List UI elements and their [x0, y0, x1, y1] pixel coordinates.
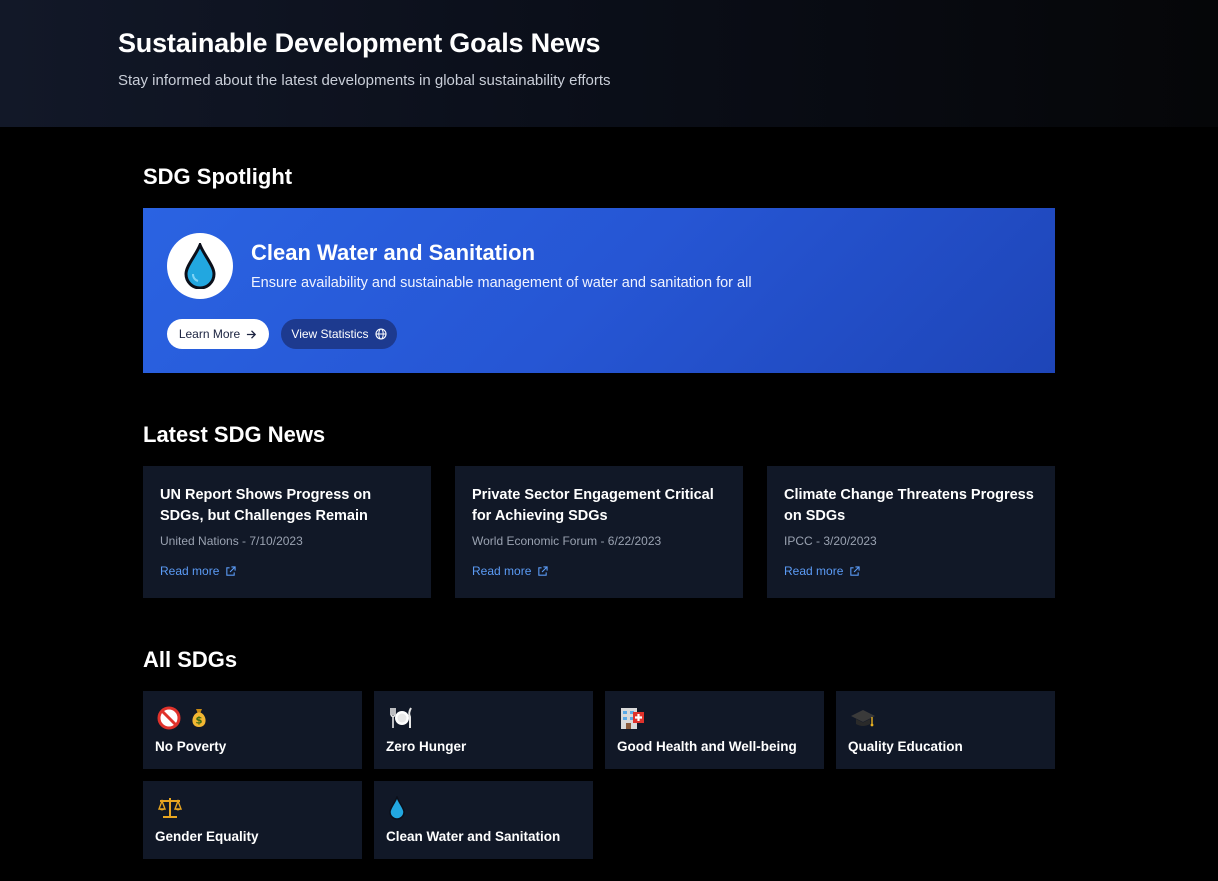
sdg-tile-no-poverty[interactable]: $ No Poverty: [143, 691, 362, 769]
sdg-tile-good-health[interactable]: Good Health and Well-being: [605, 691, 824, 769]
news-meta: World Economic Forum - 6/22/2023: [472, 534, 662, 548]
sdg-tile-zero-hunger[interactable]: Zero Hunger: [374, 691, 593, 769]
news-title: UN Report Shows Progress on SDGs, but Ch…: [160, 487, 372, 524]
sdg-icons: [157, 795, 183, 821]
sdg-label: Clean Water and Sanitation: [386, 829, 561, 844]
read-more-label: Read more: [784, 564, 844, 578]
view-statistics-label: View Statistics: [291, 327, 369, 341]
sdg-label: Good Health and Well-being: [617, 739, 797, 754]
sdg-label: Quality Education: [848, 739, 963, 754]
graduation-cap-icon: [851, 710, 875, 727]
sdg-tile-clean-water[interactable]: Clean Water and Sanitation: [374, 781, 593, 859]
water-drop-icon: [184, 243, 216, 289]
external-link-icon: [226, 565, 237, 576]
all-sdgs-heading: All SDGs: [143, 647, 238, 672]
news-meta: IPCC - 3/20/2023: [784, 534, 877, 548]
sdg-icons: [619, 705, 645, 731]
site-subtitle: Stay informed about the latest developme…: [118, 72, 611, 89]
money-bag-icon: $: [192, 709, 206, 727]
site-title: Sustainable Development Goals News: [118, 28, 601, 58]
view-statistics-button[interactable]: View Statistics: [281, 319, 397, 349]
read-more-label: Read more: [472, 564, 532, 578]
water-drop-icon: [389, 796, 405, 820]
arrow-right-icon: [247, 329, 257, 339]
read-more-link[interactable]: Read more: [784, 564, 861, 578]
spotlight-heading: SDG Spotlight: [143, 164, 293, 189]
sdg-icons: [388, 705, 414, 731]
sdg-icons: $: [157, 705, 211, 731]
balance-scale-icon: [157, 798, 183, 818]
sdg-tile-gender-equality[interactable]: Gender Equality: [143, 781, 362, 859]
spotlight-icon-badge: [167, 233, 233, 299]
read-more-label: Read more: [160, 564, 220, 578]
external-link-icon: [850, 565, 861, 576]
read-more-link[interactable]: Read more: [160, 564, 237, 578]
sdg-icons: [388, 795, 406, 821]
news-title: Private Sector Engagement Critical for A…: [472, 487, 714, 524]
learn-more-button[interactable]: Learn More: [167, 319, 269, 349]
hospital-icon: [621, 708, 644, 729]
sdg-tile-quality-education[interactable]: Quality Education: [836, 691, 1055, 769]
site-header: Sustainable Development Goals News Stay …: [0, 0, 1218, 127]
sdg-label: Gender Equality: [155, 829, 259, 844]
spotlight-description: Ensure availability and sustainable mana…: [251, 275, 752, 291]
external-link-icon: [538, 565, 549, 576]
sdg-icons: [850, 705, 876, 731]
prohibited-icon: [157, 706, 181, 730]
globe-icon: [375, 328, 387, 340]
read-more-link[interactable]: Read more: [472, 564, 549, 578]
learn-more-label: Learn More: [178, 327, 241, 341]
news-card: Private Sector Engagement Critical for A…: [455, 466, 743, 598]
plate-cutlery-icon: [390, 707, 412, 728]
news-card: Climate Change Threatens Progress on SDG…: [767, 466, 1055, 598]
svg-text:$: $: [196, 716, 203, 727]
sdg-label: No Poverty: [155, 739, 227, 754]
news-meta: United Nations - 7/10/2023: [160, 534, 303, 548]
news-card: UN Report Shows Progress on SDGs, but Ch…: [143, 466, 431, 598]
spotlight-card: Clean Water and Sanitation Ensure availa…: [143, 208, 1055, 373]
spotlight-title: Clean Water and Sanitation: [251, 240, 536, 265]
sdg-label: Zero Hunger: [386, 739, 467, 754]
news-title: Climate Change Threatens Progress on SDG…: [784, 487, 1034, 524]
news-heading: Latest SDG News: [143, 422, 326, 447]
